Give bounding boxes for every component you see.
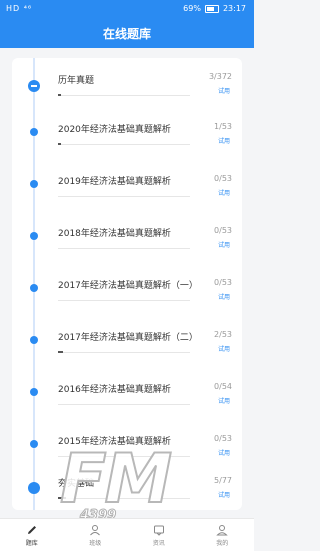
battery-icon bbox=[204, 4, 219, 13]
item-title: 2020年经济法基础真题解析 bbox=[58, 125, 171, 135]
status-right: 69% 23:17 bbox=[183, 4, 246, 13]
bottom-tab-bar: 题库 班级 资讯 我的 bbox=[0, 518, 254, 551]
item-title: 2018年经济法基础真题解析 bbox=[58, 229, 171, 239]
item-count: 2/53 bbox=[214, 330, 232, 339]
item-count: 5/77 bbox=[214, 476, 232, 485]
collapse-icon[interactable] bbox=[28, 80, 40, 92]
item-count: 0/53 bbox=[214, 174, 232, 183]
tryout-link[interactable]: 试用 bbox=[218, 136, 230, 145]
item-count: 0/53 bbox=[214, 278, 232, 287]
tab-news[interactable]: 资讯 bbox=[127, 519, 191, 551]
timeline-dot bbox=[28, 482, 40, 494]
class-icon bbox=[88, 524, 102, 536]
tryout-link[interactable]: 试用 bbox=[218, 448, 230, 457]
list-item[interactable]: 2017年经济法基础真题解析（一） 0/53 试用 bbox=[12, 264, 242, 314]
tryout-link[interactable]: 试用 bbox=[218, 490, 230, 499]
list-item[interactable]: 2017年经济法基础真题解析（二） 2/53 试用 bbox=[12, 316, 242, 366]
timeline-dot bbox=[30, 388, 38, 396]
list-item[interactable]: 2020年经济法基础真题解析 1/53 试用 bbox=[12, 108, 242, 158]
timeline-dot bbox=[30, 232, 38, 240]
progress-bar bbox=[58, 351, 190, 353]
tryout-link[interactable]: 试用 bbox=[218, 292, 230, 301]
progress-bar bbox=[58, 196, 190, 197]
item-title: 2019年经济法基础真题解析 bbox=[58, 177, 171, 187]
news-icon bbox=[152, 524, 166, 536]
user-icon bbox=[215, 524, 229, 536]
progress-bar bbox=[58, 94, 190, 96]
tab-label: 题库 bbox=[25, 539, 38, 547]
timeline-dot bbox=[30, 180, 38, 188]
tab-mine[interactable]: 我的 bbox=[191, 519, 255, 551]
tab-label: 我的 bbox=[216, 539, 229, 547]
timeline-dot bbox=[30, 284, 38, 292]
timeline-dot bbox=[30, 440, 38, 448]
item-title: 历年真题 bbox=[58, 76, 95, 86]
tab-question-bank[interactable]: 题库 bbox=[0, 519, 64, 551]
progress-bar bbox=[58, 404, 190, 405]
pencil-icon bbox=[25, 524, 39, 536]
progress-bar bbox=[58, 143, 190, 145]
timeline-dot bbox=[30, 128, 38, 136]
page-title: 在线题库 bbox=[102, 26, 151, 41]
timeline-dot bbox=[30, 336, 38, 344]
item-count: 3/372 bbox=[208, 72, 232, 81]
tryout-link[interactable]: 试用 bbox=[218, 344, 230, 353]
list-item-history[interactable]: 历年真题 3/372 试用 bbox=[12, 58, 242, 108]
item-title: 2016年经济法基础真题解析 bbox=[58, 385, 171, 395]
item-count: 0/54 bbox=[214, 382, 232, 391]
tab-label: 资讯 bbox=[152, 539, 165, 547]
progress-fill bbox=[58, 94, 61, 96]
battery-percent: 69% bbox=[183, 4, 201, 13]
item-title: 2017年经济法基础真题解析（一） bbox=[58, 281, 198, 291]
item-count: 0/53 bbox=[214, 434, 232, 443]
item-count: 1/53 bbox=[214, 122, 232, 131]
progress-fill bbox=[58, 143, 61, 145]
progress-bar bbox=[58, 300, 190, 301]
clock: 23:17 bbox=[222, 4, 246, 13]
list-item[interactable]: 2018年经济法基础真题解析 0/53 试用 bbox=[12, 212, 242, 262]
status-bar: HD ⁴⁶ 69% 23:17 bbox=[0, 0, 254, 18]
tryout-link[interactable]: 试用 bbox=[218, 188, 230, 197]
item-count: 0/53 bbox=[214, 226, 232, 235]
tryout-link[interactable]: 试用 bbox=[218, 396, 230, 405]
signal-indicator: HD ⁴⁶ bbox=[6, 4, 33, 13]
tab-class[interactable]: 班级 bbox=[64, 519, 128, 551]
progress-bar bbox=[58, 248, 190, 249]
page-title-bar: 在线题库 bbox=[0, 18, 254, 48]
tryout-link[interactable]: 试用 bbox=[218, 240, 230, 249]
list-item[interactable]: 2019年经济法基础真题解析 0/53 试用 bbox=[12, 160, 242, 210]
item-title: 2017年经济法基础真题解析（二） bbox=[58, 333, 198, 343]
tab-label: 班级 bbox=[89, 539, 102, 547]
tryout-link[interactable]: 试用 bbox=[218, 86, 230, 95]
list-item[interactable]: 2016年经济法基础真题解析 0/54 试用 bbox=[12, 368, 242, 418]
progress-fill bbox=[58, 351, 64, 353]
